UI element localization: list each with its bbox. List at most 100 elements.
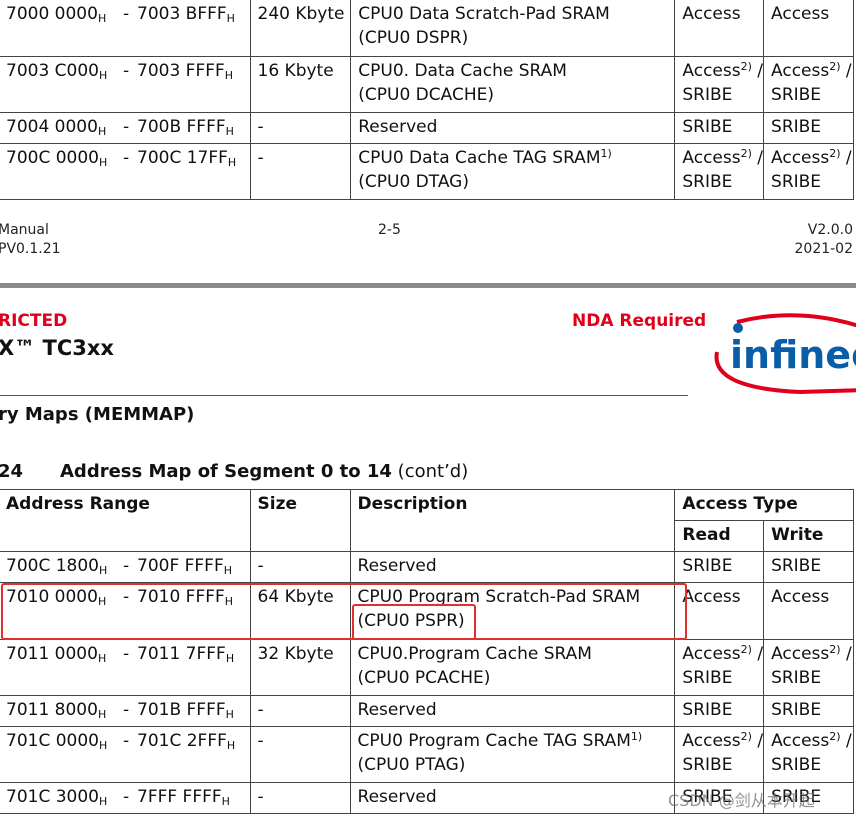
description-cell: Reserved xyxy=(349,782,676,814)
address-from: 7011 0000 xyxy=(6,644,98,664)
hex-suffix: H xyxy=(225,708,234,721)
range-dash: - xyxy=(123,644,130,664)
address-to: 7003 BFFF xyxy=(137,4,227,24)
hex-suffix: H xyxy=(97,652,107,665)
write-access-line: SRIBE xyxy=(771,698,852,722)
write-access-cell: Access xyxy=(763,0,854,57)
address-to: 7011 7FFF xyxy=(137,644,226,664)
address-from: 700C 1800 xyxy=(6,556,99,576)
description-line: CPU0 Data Cache TAG SRAM1) xyxy=(358,146,674,170)
description-text: Reserved xyxy=(357,787,437,807)
hex-suffix: H xyxy=(223,564,233,577)
description-line: CPU0 Program Cache TAG SRAM1) xyxy=(358,729,674,753)
read-access-value: Access xyxy=(682,148,741,168)
hex-suffix: H xyxy=(99,739,108,752)
footer-manual: Manual xyxy=(0,222,49,238)
size-cell: 240 Kbyte xyxy=(249,0,352,57)
svg-text:infineo: infineo xyxy=(730,333,856,377)
description-text: CPU0. Data Cache SRAM xyxy=(358,61,567,81)
write-access-line: Access xyxy=(771,585,852,609)
description-cell: Reserved xyxy=(349,695,676,727)
page-separator xyxy=(0,283,856,288)
size-cell: 16 Kbyte xyxy=(249,56,352,113)
table-row: 7000 0000H -7003 BFFFH 240 Kbyte CPU0 Data … xyxy=(0,0,854,57)
write-access-alt: SRIBE xyxy=(771,755,822,775)
write-access-cell: Access2) / SRIBE xyxy=(763,726,854,783)
table-number: 24 xyxy=(0,461,24,482)
table-row: 7004 0000H -700B FFFFH - Reserved SRIBE SRIBE xyxy=(0,112,854,144)
description-text: (CPU0 DTAG) xyxy=(358,172,469,192)
table-row: 7011 8000H -701B FFFFH - Reserved SRIBE SRIBE xyxy=(0,695,854,727)
header-rule xyxy=(0,395,688,396)
address-range-cell: 7004 0000H -700B FFFFH xyxy=(0,112,251,144)
address-to-wrap: 7FFF FFFFH xyxy=(137,785,230,809)
col-size: Size xyxy=(249,489,351,552)
read-access-value: Access xyxy=(682,731,741,751)
nda-required-label: NDA Required xyxy=(572,311,707,331)
read-access-line: Access2) / xyxy=(682,146,762,170)
size-cell: - xyxy=(249,143,352,200)
slash-separator: / xyxy=(840,731,852,751)
read-access-alt: SRIBE xyxy=(682,85,733,105)
slash-separator: / xyxy=(751,644,764,664)
slash-separator: / xyxy=(840,61,852,81)
write-access-line: Access2) / xyxy=(771,146,852,170)
write-access-value: Access xyxy=(771,644,830,664)
hex-suffix: H xyxy=(225,652,235,665)
description-cell: CPU0 Data Cache TAG SRAM1) (CPU0 DTAG) xyxy=(350,143,676,200)
description-cell: Reserved xyxy=(350,112,676,144)
hex-suffix: H xyxy=(99,156,108,169)
address-to-wrap: 7003 BFFFH xyxy=(137,2,235,26)
write-access-value: SRIBE xyxy=(771,556,822,576)
write-access-cell: SRIBE xyxy=(763,695,854,727)
read-access-cell: SRIBE xyxy=(674,695,765,727)
csdn-watermark: CSDN @剑从本开起 xyxy=(668,791,815,810)
address-from: 700C 0000 xyxy=(6,148,99,168)
description-text: Reserved xyxy=(358,117,438,137)
address-range-cell: 701C 3000H -7FFF FFFFH xyxy=(0,782,251,814)
chapter-title: ry Maps (MEMMAP) xyxy=(0,404,195,425)
read-access-value: SRIBE xyxy=(682,117,733,137)
footnote-ref: 2) xyxy=(829,147,841,160)
read-access-line: Access2) / xyxy=(682,59,762,83)
address-to-wrap: 701B FFFFH xyxy=(137,698,234,722)
read-access-value: Access xyxy=(682,587,741,607)
description-line: Reserved xyxy=(357,698,674,722)
footnote-ref: 1) xyxy=(630,730,643,743)
col-description: Description xyxy=(349,489,676,552)
description-line: CPU0 Data Scratch-Pad SRAM xyxy=(358,2,674,26)
hex-suffix: H xyxy=(99,69,108,82)
hex-suffix: H xyxy=(226,739,236,752)
address-to: 700B FFFF xyxy=(137,117,226,137)
description-text: (CPU0 DSPR) xyxy=(358,28,469,48)
address-from: 701C 0000 xyxy=(6,731,99,751)
highlight-pspr-row xyxy=(1,583,687,640)
address-range-cell: 700C 0000H -700C 17FFH xyxy=(0,143,251,200)
address-range-cell: 701C 0000H -701C 2FFFH xyxy=(0,726,251,783)
footnote-ref: 2) xyxy=(829,730,841,743)
footnote-ref: 2) xyxy=(740,730,752,743)
write-access-line: SRIBE xyxy=(771,554,852,578)
read-access-alt: SRIBE xyxy=(682,668,733,688)
read-access-cell: Access xyxy=(674,582,765,640)
address-to-wrap: 700F FFFFH xyxy=(137,554,232,578)
description-cell: Reserved xyxy=(349,551,676,583)
footer-version: V2.0.0 xyxy=(807,222,853,238)
write-access-line: SRIBE xyxy=(771,115,852,139)
slash-separator: / xyxy=(840,148,852,168)
hex-suffix: H xyxy=(227,156,237,169)
col-write: Write xyxy=(763,520,854,552)
size-cell: 32 Kbyte xyxy=(249,639,351,696)
size-cell: - xyxy=(249,551,351,583)
read-access-value: SRIBE xyxy=(682,556,733,576)
write-access-value: Access xyxy=(771,4,830,24)
table-row: 7011 0000H -7011 7FFFH 32 Kbyte CPU0.Progra… xyxy=(0,639,854,696)
read-access-line: Access xyxy=(682,2,762,26)
address-from: 7003 C000 xyxy=(6,61,99,81)
read-access-line: Access2) / xyxy=(682,642,764,666)
address-to-wrap: 700B FFFFH xyxy=(137,115,234,139)
table-row: 700C 0000H -700C 17FFH - CPU0 Data Cache TA… xyxy=(0,143,854,200)
description-text: Reserved xyxy=(357,700,437,720)
description-line: (CPU0 DCACHE) xyxy=(358,83,674,107)
address-to: 7FFF FFFF xyxy=(137,787,222,807)
